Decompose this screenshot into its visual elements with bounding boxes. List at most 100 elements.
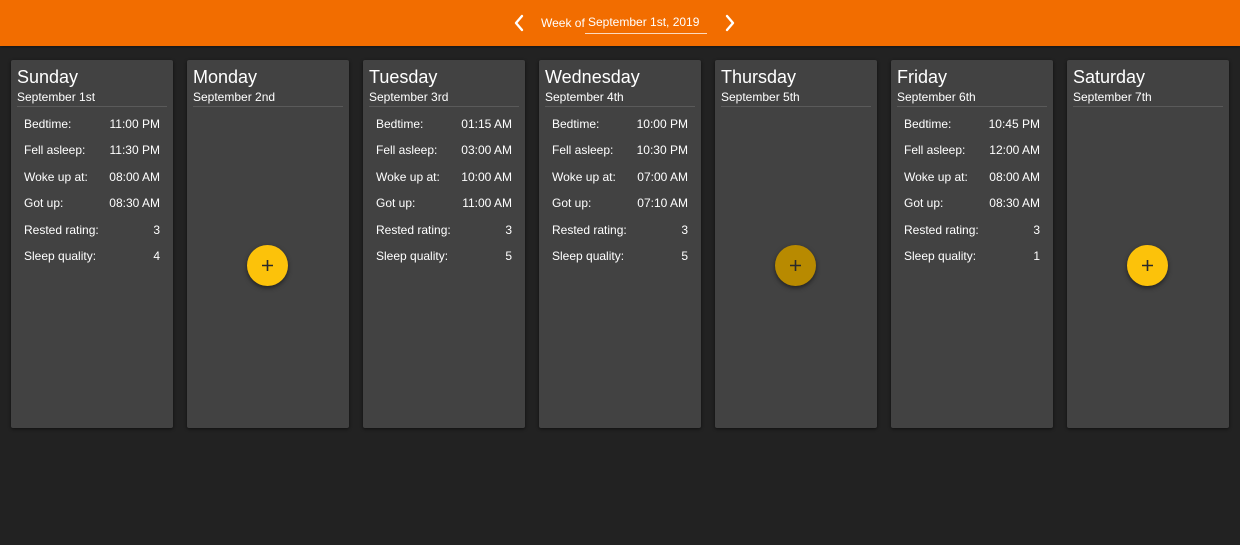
entry-label: Sleep quality: — [904, 249, 977, 263]
entry-value: 10:00 AM — [461, 170, 512, 184]
entry-label: Bedtime: — [376, 117, 424, 131]
add-entry-button[interactable] — [775, 245, 816, 286]
entry-row-fell-asleep: Fell asleep: 11:30 PM — [24, 142, 160, 158]
entry-row-got-up: Got up: 08:30 AM — [24, 195, 160, 211]
entry-label: Got up: — [552, 196, 592, 210]
day-date: September 3rd — [369, 90, 449, 104]
entry-label: Fell asleep: — [376, 143, 438, 157]
plus-icon — [790, 260, 801, 271]
day-card-friday: Friday September 6th Bedtime: 10:45 PM Fell … — [891, 60, 1053, 428]
entry-row-rested: Rested rating: 3 — [904, 222, 1040, 238]
entry-row-fell-asleep: Fell asleep: 10:30 PM — [552, 142, 688, 158]
entry-label: Sleep quality: — [552, 249, 625, 263]
top-app-bar: Week of September 1st, 2019 — [0, 0, 1240, 46]
entry-value: 3 — [153, 223, 160, 237]
day-card-tuesday: Tuesday September 3rd Bedtime: 01:15 AM Fell… — [363, 60, 525, 428]
day-name: Sunday — [17, 67, 79, 87]
day-card-saturday: Saturday September 7th — [1067, 60, 1229, 428]
previous-week-button[interactable] — [507, 11, 531, 35]
day-name: Saturday — [1073, 67, 1146, 87]
entry-label: Fell asleep: — [904, 143, 966, 157]
day-date: September 2nd — [193, 90, 276, 104]
entry-row-bedtime: Bedtime: 10:45 PM — [904, 116, 1040, 132]
entry-value: 10:00 PM — [636, 117, 688, 131]
day-date: September 7th — [1073, 90, 1152, 104]
entry-value: 5 — [505, 249, 512, 263]
entry-label: Sleep quality: — [24, 249, 97, 263]
entry-value: 12:00 AM — [989, 143, 1040, 157]
entry-value: 3 — [505, 223, 512, 237]
entry-row-bedtime: Bedtime: 11:00 PM — [24, 116, 160, 132]
entry-label: Fell asleep: — [24, 143, 86, 157]
entry-value: 11:00 PM — [109, 117, 160, 131]
entry-value: 5 — [681, 249, 688, 263]
day-name: Wednesday — [545, 67, 640, 87]
entry-value: 3 — [1033, 223, 1040, 237]
entry-value: 07:00 AM — [637, 170, 688, 184]
divider — [17, 106, 167, 107]
day-card-monday: Monday September 2nd — [187, 60, 349, 428]
day-card-wednesday: Wednesday September 4th Bedtime: 10:00 PM Fe… — [539, 60, 701, 428]
next-week-button[interactable] — [718, 11, 742, 35]
entry-row-got-up: Got up: 07:10 AM — [552, 195, 688, 211]
entry-row-rested: Rested rating: 3 — [552, 222, 688, 238]
entry-row-quality: Sleep quality: 5 — [376, 248, 512, 264]
day-name: Tuesday — [369, 67, 438, 87]
week-of-label: Week of — [541, 16, 585, 30]
entry-value: 1 — [1033, 249, 1040, 263]
day-date: September 4th — [545, 90, 624, 104]
entry-label: Got up: — [904, 196, 944, 210]
entry-row-woke-up: Woke up at: 08:00 AM — [904, 169, 1040, 185]
entry-row-fell-asleep: Fell asleep: 12:00 AM — [904, 142, 1040, 158]
day-date: September 5th — [721, 90, 800, 104]
entry-label: Woke up at: — [376, 170, 440, 184]
day-card-thursday: Thursday September 5th — [715, 60, 877, 428]
add-entry-button[interactable] — [247, 245, 288, 286]
day-date: September 1st — [17, 90, 96, 104]
entry-row-quality: Sleep quality: 4 — [24, 248, 160, 264]
entry-value: 01:15 AM — [461, 117, 512, 131]
entry-value: 10:45 PM — [988, 117, 1040, 131]
entry-label: Rested rating: — [376, 223, 451, 237]
chevron-left-icon — [514, 14, 524, 32]
entry-row-woke-up: Woke up at: 07:00 AM — [552, 169, 688, 185]
entry-label: Bedtime: — [24, 117, 72, 131]
entry-row-woke-up: Woke up at: 08:00 AM — [24, 169, 160, 185]
entry-label: Woke up at: — [24, 170, 88, 184]
entry-value: 4 — [153, 249, 160, 263]
plus-icon — [262, 260, 273, 271]
entry-label: Got up: — [376, 196, 416, 210]
entry-label: Sleep quality: — [376, 249, 449, 263]
day-date: September 6th — [897, 90, 976, 104]
entry-value: 08:00 AM — [109, 170, 160, 184]
entry-row-woke-up: Woke up at: 10:00 AM — [376, 169, 512, 185]
divider — [1073, 106, 1223, 107]
entry-label: Rested rating: — [552, 223, 627, 237]
entry-value: 08:30 AM — [109, 196, 160, 210]
entry-label: Fell asleep: — [552, 143, 614, 157]
entry-value: 03:00 AM — [461, 143, 512, 157]
entry-value: 08:30 AM — [989, 196, 1040, 210]
divider — [545, 106, 695, 107]
add-entry-button[interactable] — [1127, 245, 1168, 286]
entry-row-fell-asleep: Fell asleep: 03:00 AM — [376, 142, 512, 158]
entry-label: Bedtime: — [552, 117, 600, 131]
entry-label: Rested rating: — [24, 223, 99, 237]
entry-row-bedtime: Bedtime: 10:00 PM — [552, 116, 688, 132]
entry-value: 3 — [681, 223, 688, 237]
entry-row-got-up: Got up: 08:30 AM — [904, 195, 1040, 211]
divider — [193, 106, 343, 107]
entry-value: 10:30 PM — [636, 143, 688, 157]
entry-row-quality: Sleep quality: 1 — [904, 248, 1040, 264]
day-name: Monday — [193, 67, 258, 87]
week-date-input[interactable]: September 1st, 2019 — [585, 11, 707, 34]
chevron-right-icon — [725, 14, 735, 32]
entry-value: 11:00 AM — [462, 196, 512, 210]
entry-label: Woke up at: — [552, 170, 616, 184]
day-card-sunday: Sunday September 1st Bedtime: 11:00 PM Fell … — [11, 60, 173, 428]
entry-row-rested: Rested rating: 3 — [376, 222, 512, 238]
plus-icon — [1142, 260, 1153, 271]
day-name: Friday — [897, 67, 948, 87]
divider — [897, 106, 1047, 107]
divider — [721, 106, 871, 107]
